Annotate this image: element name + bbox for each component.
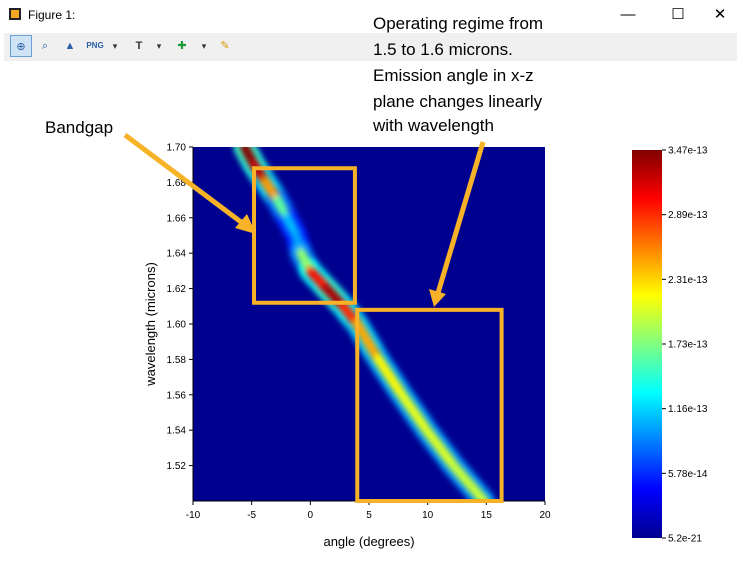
y-tick-label: 1.56 <box>167 390 187 401</box>
heatmap-chart[interactable]: -10 -5 0 5 10 15 20 1.52 1.54 1.56 1.58 1.60 1.62 1.6… <box>0 0 743 585</box>
colorbar-tick-label: 2.31e-13 <box>668 275 708 286</box>
y-tick-label: 1.58 <box>167 355 187 366</box>
y-tick-label: 1.62 <box>167 284 187 295</box>
x-tick-label: 10 <box>422 510 434 521</box>
x-tick-label: 5 <box>366 510 372 521</box>
operating-label: Operating regime from 1.5 to 1.6 microns… <box>372 14 543 135</box>
operating-label-line: plane changes linearly <box>373 92 543 111</box>
y-tick-label: 1.60 <box>167 320 187 331</box>
x-tick-label: 20 <box>539 510 551 521</box>
y-axis-label: wavelength (microns) <box>143 262 158 387</box>
x-tick-label: 0 <box>308 510 314 521</box>
colorbar-tick-label: 5.2e-21 <box>668 534 702 545</box>
x-tick-label: -10 <box>186 510 201 521</box>
colorbar <box>632 150 662 538</box>
colorbar-tick-label: 1.73e-13 <box>668 340 708 351</box>
y-tick-label: 1.54 <box>167 426 187 437</box>
operating-label-line: 1.5 to 1.6 microns. <box>373 40 513 59</box>
y-tick-label: 1.66 <box>167 213 187 224</box>
colorbar-tick-label: 1.16e-13 <box>668 404 708 415</box>
y-tick-label: 1.52 <box>167 461 187 472</box>
x-tick-label: -5 <box>247 510 256 521</box>
bandgap-label: Bandgap <box>45 118 113 137</box>
operating-label-line: Operating regime from <box>373 14 543 33</box>
y-tick-label: 1.64 <box>167 249 187 260</box>
operating-label-line: with wavelength <box>372 116 494 135</box>
y-tick-label: 1.70 <box>167 143 187 154</box>
colorbar-tick-label: 5.78e-14 <box>668 469 708 480</box>
operating-label-line: Emission angle in x-z <box>373 66 534 85</box>
colorbar-tick-labels: 3.47e-13 2.89e-13 2.31e-13 1.73e-13 1.16e-13… <box>662 146 708 545</box>
x-axis-label: angle (degrees) <box>323 534 414 549</box>
colorbar-tick-label: 2.89e-13 <box>668 210 708 221</box>
x-tick-label: 15 <box>481 510 493 521</box>
colorbar-tick-label: 3.47e-13 <box>668 146 708 157</box>
